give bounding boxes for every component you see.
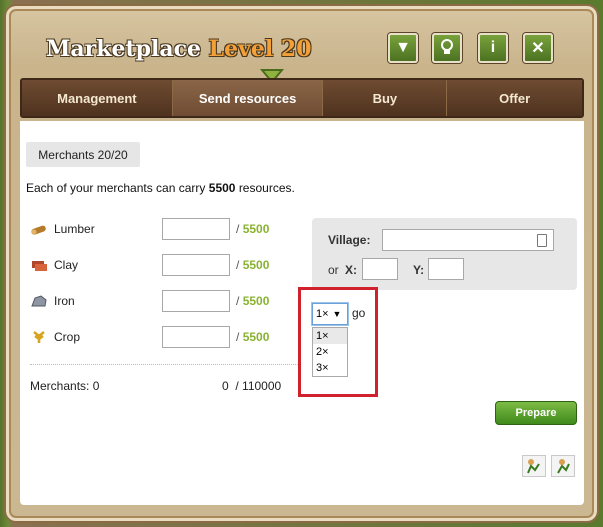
resource-row-crop: Crop <box>30 326 154 348</box>
lumber-max: / 5500 <box>236 222 269 236</box>
lightbulb-icon <box>441 39 453 54</box>
title-level: Level 20 <box>208 36 312 62</box>
clay-input[interactable] <box>162 254 230 276</box>
tab-bar: Management Send resources Buy Offer <box>20 78 584 118</box>
prepare-button[interactable]: Prepare <box>495 401 577 425</box>
merchant-icon <box>557 459 570 474</box>
y-coordinate-input[interactable] <box>428 258 464 280</box>
max-value: 5500 <box>242 294 270 308</box>
iron-icon <box>31 295 47 307</box>
chevron-down-icon: ▼ <box>395 39 411 56</box>
y-label: Y: <box>413 263 425 277</box>
lumber-input[interactable] <box>162 218 230 240</box>
address-book-icon[interactable] <box>537 234 547 247</box>
resource-row-iron: Iron <box>30 290 154 312</box>
crop-input[interactable] <box>162 326 230 348</box>
tips-button[interactable] <box>432 33 462 63</box>
crop-icon <box>33 331 45 343</box>
resource-row-lumber: Lumber <box>30 218 154 240</box>
close-button[interactable]: ✕ <box>523 33 553 63</box>
close-icon: ✕ <box>531 40 545 57</box>
destination-box: Village: or X: Y: <box>312 218 577 290</box>
resource-label: Crop <box>54 330 81 344</box>
resources-capacity: 110000 <box>242 379 282 393</box>
separator: / <box>236 222 240 236</box>
x-label: X: <box>345 263 357 277</box>
merchants-used: Merchants: 0 <box>30 379 100 393</box>
max-value: 5500 <box>242 330 270 344</box>
tab-label: Send resources <box>198 90 297 106</box>
clay-icon <box>32 261 47 271</box>
or-label: or <box>328 263 339 277</box>
village-label: Village: <box>328 233 371 247</box>
resource-label: Iron <box>54 294 75 308</box>
crop-max: / 5500 <box>236 330 269 344</box>
title-text: Marketplace <box>46 36 201 62</box>
tab-offer[interactable]: Offer <box>447 80 583 116</box>
carry-info: Each of your merchants can carry 5500 re… <box>26 181 295 195</box>
resource-label: Clay <box>54 258 79 272</box>
x-coordinate-input[interactable] <box>362 258 398 280</box>
max-value: 5500 <box>242 258 270 272</box>
resource-row-clay: Clay <box>30 254 154 276</box>
resources-sent: 0 <box>222 379 229 393</box>
tab-label: Management <box>57 90 137 106</box>
carry-amount: 5500 <box>208 181 236 195</box>
merchant-icon <box>527 459 540 474</box>
resource-label: Lumber <box>54 222 95 236</box>
merchants-badge: Merchants 20/20 <box>26 142 140 167</box>
clay-max: / 5500 <box>236 258 269 272</box>
tab-label: Buy <box>372 90 398 106</box>
separator: / <box>236 294 240 308</box>
info-button[interactable]: i <box>478 33 508 63</box>
max-value: 5500 <box>242 222 270 236</box>
window-title: Marketplace Level 20 <box>46 36 312 62</box>
merchant-return-button[interactable] <box>551 455 575 477</box>
divider <box>30 364 300 365</box>
tab-send-resources[interactable]: Send resources <box>172 80 324 116</box>
merchant-route-button[interactable] <box>522 455 546 477</box>
separator: / <box>235 379 239 393</box>
iron-max: / 5500 <box>236 294 269 308</box>
tab-label: Offer <box>499 90 531 106</box>
info-icon: i <box>490 39 496 56</box>
separator: / <box>236 330 240 344</box>
resources-total: 0 / 110000 <box>222 379 281 393</box>
tab-management[interactable]: Management <box>22 80 173 116</box>
village-input[interactable] <box>382 229 554 251</box>
separator: / <box>236 258 240 272</box>
carry-prefix: Each of your merchants can carry <box>26 181 206 195</box>
lumber-icon <box>31 225 46 235</box>
carry-suffix: resources. <box>238 181 295 195</box>
collapse-button[interactable]: ▼ <box>388 33 418 63</box>
highlight-box <box>298 287 378 397</box>
iron-input[interactable] <box>162 290 230 312</box>
tab-buy[interactable]: Buy <box>323 80 448 116</box>
